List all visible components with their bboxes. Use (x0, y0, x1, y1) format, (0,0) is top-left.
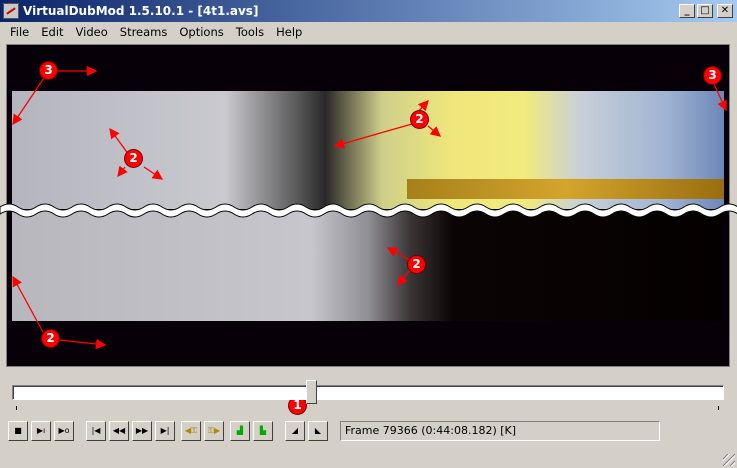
timeline-end-tick (718, 406, 719, 410)
mark-out-icon: ◣ (314, 426, 322, 435)
prev-scene-button[interactable]: ▟ (230, 421, 250, 441)
annotation-marker-2: 2 (408, 256, 425, 273)
annotation-marker-3: 2 (42, 330, 59, 347)
menu-bar: File Edit Video Streams Options Tools He… (0, 22, 737, 41)
menu-video[interactable]: Video (70, 25, 114, 39)
menu-tools[interactable]: Tools (230, 25, 270, 39)
go-start-button[interactable]: |◀ (86, 421, 106, 441)
frame-status: Frame 79366 (0:44:08.182) [K] (340, 421, 660, 441)
prev-scene-icon: ▟ (236, 426, 244, 435)
close-button[interactable]: ✕ (717, 4, 733, 18)
play-input-icon: ▶ı (36, 426, 46, 435)
annotation-marker-3: 3 (704, 67, 721, 84)
next-scene-button[interactable]: ▙ (253, 421, 273, 441)
prev-keyframe-icon: ◀⚿ (184, 426, 198, 435)
title-bar: VirtualDubMod 1.5.10.1 - [4t1.avs] _ □ ✕ (0, 0, 737, 22)
video-preview-pane (0, 44, 737, 367)
next-keyframe-button[interactable]: ⚿▶ (204, 421, 224, 441)
go-end-button[interactable]: ▶| (155, 421, 175, 441)
play-output-button[interactable]: ▶o (54, 421, 74, 441)
menu-help[interactable]: Help (270, 25, 308, 39)
mark-in-icon: ◢ (291, 426, 299, 435)
timeline-thumb[interactable] (306, 380, 317, 404)
minimize-button[interactable]: _ (679, 4, 695, 18)
app-icon[interactable] (3, 3, 19, 19)
annotation-marker-2: 2 (125, 150, 142, 167)
play-input-button[interactable]: ▶ı (31, 421, 51, 441)
mark-out-button[interactable]: ◣ (308, 421, 328, 441)
resize-grip[interactable] (723, 454, 735, 466)
timeline-start-tick (16, 406, 17, 410)
stop-button[interactable]: ■ (8, 421, 28, 441)
annotation-marker-2: 2 (411, 111, 428, 128)
menu-file[interactable]: File (4, 25, 35, 39)
next-keyframe-icon: ⚿▶ (207, 426, 221, 435)
video-frame-upper (12, 91, 724, 209)
window-title: VirtualDubMod 1.5.10.1 - [4t1.avs] (23, 4, 259, 18)
wave-break (0, 203, 737, 218)
prev-frame-icon: ◀◀ (112, 426, 126, 435)
maximize-button[interactable]: □ (697, 4, 713, 18)
play-output-icon: ▶o (58, 426, 70, 435)
mark-in-button[interactable]: ◢ (285, 421, 305, 441)
timeline-track[interactable] (12, 385, 724, 400)
menu-options[interactable]: Options (173, 25, 229, 39)
next-frame-icon: ▶▶ (135, 426, 149, 435)
go-end-icon: ▶| (160, 426, 170, 435)
next-frame-button[interactable]: ▶▶ (132, 421, 152, 441)
video-frame-lower (12, 211, 724, 321)
prev-frame-button[interactable]: ◀◀ (109, 421, 129, 441)
prev-keyframe-button[interactable]: ◀⚿ (181, 421, 201, 441)
next-scene-icon: ▙ (259, 426, 267, 435)
annotation-marker-3: 3 (40, 62, 57, 79)
menu-streams[interactable]: Streams (114, 25, 174, 39)
stop-icon: ■ (14, 426, 22, 435)
menu-edit[interactable]: Edit (35, 25, 69, 39)
go-start-icon: |◀ (91, 426, 101, 435)
